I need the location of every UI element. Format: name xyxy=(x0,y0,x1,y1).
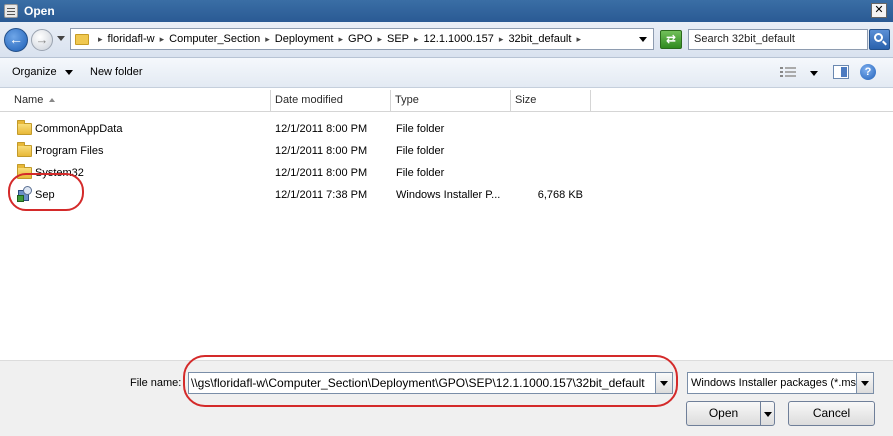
refresh-button[interactable]: ⇄ xyxy=(660,30,682,49)
file-list: Name Date modified Type Size CommonAppDa… xyxy=(0,88,893,360)
help-icon[interactable]: ? xyxy=(860,64,876,80)
search-button[interactable] xyxy=(869,29,890,50)
breadcrumb[interactable]: ▸ floridafl-w ▸ Computer_Section ▸ Deplo… xyxy=(70,28,654,50)
file-type: File folder xyxy=(396,123,445,135)
column-header-row: Name Date modified Type Size xyxy=(0,90,893,112)
breadcrumb-separator-icon[interactable]: ▸ xyxy=(499,34,504,45)
title-bar: Open ✕ xyxy=(0,0,893,22)
chevron-down-icon xyxy=(64,69,73,75)
file-date: 12/1/2011 8:00 PM xyxy=(275,167,368,179)
preview-pane-icon[interactable] xyxy=(833,65,849,79)
column-header-name[interactable]: Name xyxy=(10,90,271,112)
forward-button[interactable]: → xyxy=(31,29,53,51)
sort-ascending-icon xyxy=(49,98,56,103)
dialog-icon xyxy=(4,4,18,18)
file-date: 12/1/2011 7:38 PM xyxy=(275,189,368,201)
breadcrumb-item[interactable]: Computer_Section xyxy=(169,33,260,45)
breadcrumb-separator-icon[interactable]: ▸ xyxy=(160,34,165,45)
file-size xyxy=(515,118,583,140)
open-button[interactable]: Open xyxy=(686,401,760,426)
file-type: Windows Installer P... xyxy=(396,189,501,201)
command-toolbar: Organize New folder ? xyxy=(0,58,893,88)
column-header-size[interactable]: Size xyxy=(511,90,591,112)
address-bar: ← → ▸ floridafl-w ▸ Computer_Section ▸ D… xyxy=(0,22,893,58)
folder-icon xyxy=(17,120,32,135)
recent-locations-chevron-down-icon[interactable] xyxy=(57,36,65,41)
file-row-program-files[interactable]: Program Files 12/1/2011 8:00 PM File fol… xyxy=(0,140,893,162)
file-type: File folder xyxy=(396,167,445,179)
open-options-chevron-down-icon[interactable] xyxy=(760,401,775,426)
file-date: 12/1/2011 8:00 PM xyxy=(275,145,368,157)
breadcrumb-separator-icon[interactable]: ▸ xyxy=(338,34,343,45)
folder-icon xyxy=(75,33,89,45)
new-folder-button[interactable]: New folder xyxy=(90,66,143,78)
breadcrumb-item[interactable]: SEP xyxy=(387,33,409,45)
breadcrumb-item[interactable]: 32bit_default xyxy=(508,33,571,45)
file-row-sep[interactable]: Sep 12/1/2011 7:38 PM Windows Installer … xyxy=(0,184,893,206)
window-title: Open xyxy=(24,4,55,18)
view-options-chevron-down-icon[interactable] xyxy=(810,71,818,76)
file-row-commonappdata[interactable]: CommonAppData 12/1/2011 8:00 PM File fol… xyxy=(0,118,893,140)
breadcrumb-item[interactable]: Deployment xyxy=(275,33,334,45)
cancel-button[interactable]: Cancel xyxy=(788,401,875,426)
breadcrumb-item[interactable]: GPO xyxy=(348,33,372,45)
breadcrumb-item[interactable]: floridafl-w xyxy=(108,33,155,45)
annotation-circle-sep xyxy=(8,173,84,211)
breadcrumb-separator-icon[interactable]: ▸ xyxy=(576,34,581,45)
file-type: File folder xyxy=(396,145,445,157)
breadcrumb-separator-icon[interactable]: ▸ xyxy=(265,34,270,45)
organize-button[interactable]: Organize xyxy=(12,66,73,78)
breadcrumb-separator-icon[interactable]: ▸ xyxy=(377,34,382,45)
file-size: 6,768 KB xyxy=(537,189,583,201)
column-header-type[interactable]: Type xyxy=(391,90,511,112)
breadcrumb-separator-icon[interactable]: ▸ xyxy=(414,34,419,45)
back-button[interactable]: ← xyxy=(4,28,28,52)
folder-icon xyxy=(17,142,32,157)
file-row-system32[interactable]: System32 12/1/2011 8:00 PM File folder xyxy=(0,162,893,184)
close-button[interactable]: ✕ xyxy=(871,3,887,18)
organize-label: Organize xyxy=(12,66,57,78)
change-view-icon[interactable] xyxy=(780,66,798,79)
breadcrumb-separator-icon[interactable]: ▸ xyxy=(98,34,103,45)
breadcrumb-item[interactable]: 12.1.1000.157 xyxy=(424,33,494,45)
annotation-circle-file-name xyxy=(183,355,678,407)
file-name: Program Files xyxy=(35,145,104,157)
column-header-date-modified[interactable]: Date modified xyxy=(271,90,391,112)
file-size xyxy=(515,140,583,162)
search-input[interactable]: Search 32bit_default xyxy=(688,29,868,50)
file-size xyxy=(515,162,583,184)
file-name: CommonAppData xyxy=(35,123,123,135)
file-date: 12/1/2011 8:00 PM xyxy=(275,123,368,135)
address-dropdown-icon[interactable] xyxy=(639,37,647,42)
file-name-label: File name: xyxy=(130,377,182,389)
file-type-select[interactable]: Windows Installer packages (*.msi) xyxy=(687,372,857,394)
file-type-dropdown-icon[interactable] xyxy=(857,372,874,394)
